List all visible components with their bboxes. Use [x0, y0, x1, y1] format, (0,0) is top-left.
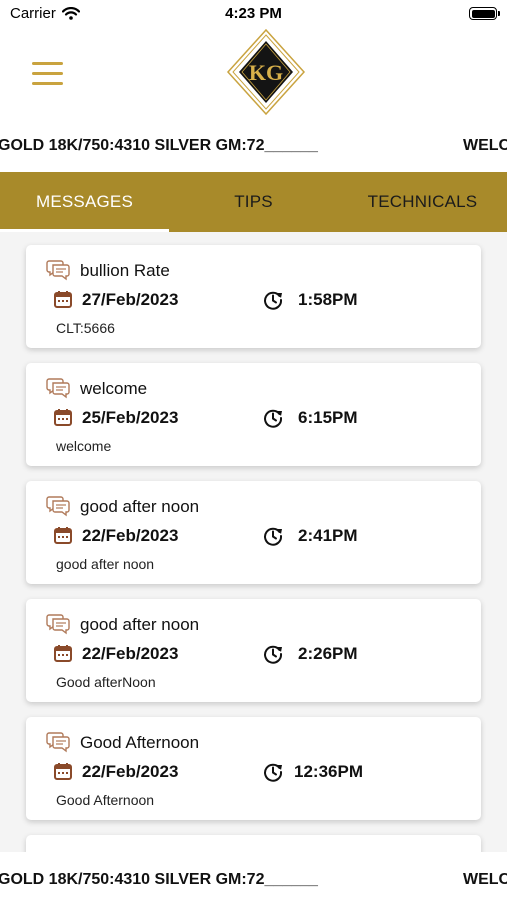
message-time: 2:26PM	[298, 644, 358, 663]
message-title: good after noon	[80, 497, 200, 516]
message-date: 22/Feb/2023	[82, 762, 179, 781]
message-body: Good afterNoon	[56, 674, 156, 690]
calendar-icon	[54, 763, 72, 780]
message-time: 1:58PM	[298, 290, 358, 309]
calendar-icon	[54, 291, 72, 308]
message-card[interactable]: welcome 25/Feb/2023 6:15PM welcome	[26, 363, 481, 466]
status-bar: Carrier 4:23 PM	[0, 0, 507, 28]
logo-text: KG	[249, 60, 283, 85]
message-title: good after noon	[80, 615, 200, 634]
message-date: 25/Feb/2023	[82, 408, 179, 427]
ticker-continuation: WELC	[463, 871, 507, 888]
chat-bubbles-icon	[46, 378, 70, 399]
status-time: 4:23 PM	[225, 5, 282, 22]
tab-technicals[interactable]: TECHNICALS	[338, 172, 507, 232]
message-body: welcome	[56, 438, 112, 454]
clock-history-icon	[264, 763, 283, 782]
message-list[interactable]: bullion Rate 27/Feb/2023 1:58PM CLT:5666…	[0, 232, 507, 852]
message-card[interactable]: bullion Rate 27/Feb/2023 1:58PM CLT:5666	[26, 245, 481, 348]
message-date: 22/Feb/2023	[82, 526, 179, 545]
message-card[interactable]: good after noon 22/Feb/2023 2:26PM Good …	[26, 599, 481, 702]
message-body: CLT:5666	[56, 320, 115, 336]
clock-history-icon	[264, 291, 283, 310]
chat-bubbles-icon	[46, 732, 70, 753]
message-body: Good Afternoon	[56, 792, 155, 808]
message-title: Good Afternoon	[80, 733, 200, 752]
message-body: good after noon	[56, 556, 155, 572]
calendar-icon	[54, 645, 72, 662]
ticker-text: GOLD 18K/750:4310 SILVER GM:72______	[0, 137, 318, 154]
ticker-text: GOLD 18K/750:4310 SILVER GM:72______	[0, 871, 318, 888]
clock-history-icon	[264, 409, 283, 428]
message-card[interactable]: good after noon 22/Feb/2023 2:41PM good …	[26, 481, 481, 584]
message-time: 2:41PM	[298, 526, 358, 545]
message-date: 27/Feb/2023	[82, 290, 179, 309]
tab-tips[interactable]: TIPS	[169, 172, 338, 232]
rate-ticker-top: GOLD 18K/750:4310 SILVER GM:72______ WEL…	[0, 130, 507, 160]
ticker-continuation: WELC	[463, 137, 507, 154]
message-time: 12:36PM	[294, 762, 363, 781]
tab-messages[interactable]: MESSAGES	[0, 172, 169, 232]
chat-bubbles-icon	[46, 260, 70, 281]
message-card[interactable]: Good Afternoon 22/Feb/2023 12:36PM Good …	[26, 717, 481, 820]
calendar-icon	[54, 409, 72, 426]
kg-logo: KG	[226, 28, 306, 116]
clock-history-icon	[264, 645, 283, 664]
clock-history-icon	[264, 527, 283, 546]
calendar-icon	[54, 527, 72, 544]
rate-ticker-bottom: GOLD 18K/750:4310 SILVER GM:72______ WEL…	[0, 864, 507, 894]
message-title: bullion Rate	[80, 261, 170, 280]
message-title: welcome	[80, 379, 148, 398]
tab-bar: MESSAGES TIPS TECHNICALS	[0, 172, 507, 232]
app-header: KG	[0, 28, 507, 120]
message-card-partial[interactable]	[26, 835, 481, 852]
chat-bubbles-icon	[46, 496, 70, 517]
message-time: 6:15PM	[298, 408, 358, 427]
hamburger-menu-button[interactable]	[32, 62, 64, 86]
chat-bubbles-icon	[46, 614, 70, 635]
battery-icon	[469, 7, 500, 20]
message-date: 22/Feb/2023	[82, 644, 179, 663]
